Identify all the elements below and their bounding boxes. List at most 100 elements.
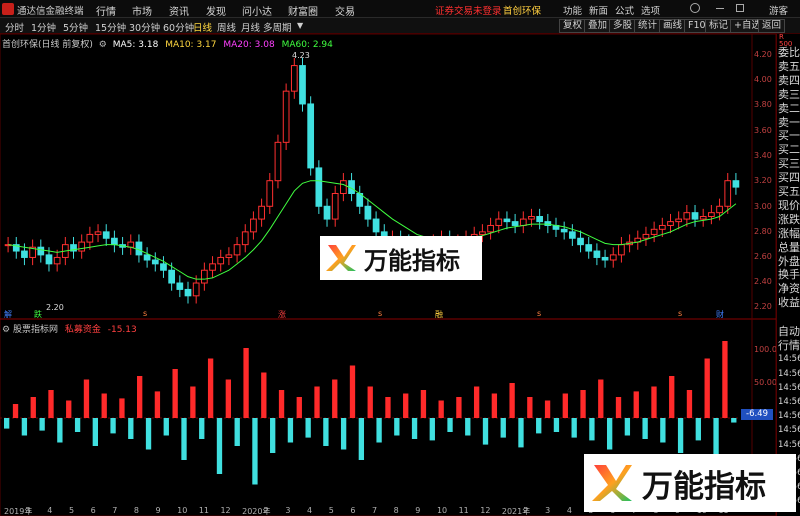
candle-body[interactable] <box>45 254 53 265</box>
indicator-bar <box>225 379 232 418</box>
indicator-bar <box>651 386 657 418</box>
candle-body[interactable] <box>315 167 323 207</box>
panel-field-label: 卖三 <box>778 87 800 101</box>
candle-body[interactable] <box>331 192 339 220</box>
candle-body[interactable] <box>37 246 45 256</box>
candle-body[interactable] <box>217 256 225 265</box>
event-marker-down[interactable]: 跌 <box>34 309 42 320</box>
candle-body[interactable] <box>78 241 86 252</box>
event-marker-s[interactable]: s <box>678 309 682 318</box>
date-tick: 12 <box>480 506 491 515</box>
indicator-bar <box>66 400 72 418</box>
candle-body[interactable] <box>708 212 715 218</box>
indicator-bar <box>438 400 444 418</box>
candle-body[interactable] <box>143 254 151 261</box>
candle-body[interactable] <box>479 231 486 235</box>
candle-body[interactable] <box>642 233 650 239</box>
event-marker-finance[interactable]: 财 <box>716 309 724 320</box>
watermark-logo-icon <box>326 245 356 271</box>
event-marker-margin[interactable]: 融 <box>435 309 443 320</box>
event-marker-up[interactable]: 涨 <box>278 309 286 320</box>
candle-body[interactable] <box>519 218 527 226</box>
candle-body[interactable] <box>241 231 249 246</box>
candle-body[interactable] <box>258 205 265 220</box>
sub-indicator-name[interactable]: 股票指标网 <box>13 325 58 335</box>
event-marker-s[interactable]: s <box>378 309 382 318</box>
candle-body[interactable] <box>716 205 723 214</box>
indicator-bar <box>74 418 81 432</box>
candle-body[interactable] <box>732 180 740 188</box>
indicator-bar <box>500 418 506 438</box>
candle-body[interactable] <box>364 205 372 220</box>
candle-body[interactable] <box>683 212 691 220</box>
candle-body[interactable] <box>658 224 666 230</box>
candle-body[interactable] <box>176 282 184 290</box>
candle-body[interactable] <box>266 180 274 207</box>
candle-body[interactable] <box>209 263 216 271</box>
candle-body[interactable] <box>151 259 159 265</box>
candle-body[interactable] <box>699 216 707 220</box>
candle-body[interactable] <box>323 205 331 220</box>
candle-body[interactable] <box>528 216 535 220</box>
indicator-bar <box>207 358 214 418</box>
panel-mode-label[interactable]: 行情 <box>778 339 800 352</box>
date-tick: 6 <box>350 506 356 515</box>
candle-body[interactable] <box>307 103 315 169</box>
candle-body[interactable] <box>290 65 298 92</box>
indicator-bar <box>615 397 622 418</box>
indicator-bar <box>509 383 515 418</box>
candle-body[interactable] <box>511 221 519 226</box>
candle-body[interactable] <box>111 237 118 246</box>
indicator-bar <box>101 393 107 418</box>
candle-body[interactable] <box>601 256 609 261</box>
candle-body[interactable] <box>250 218 257 233</box>
candle-body[interactable] <box>160 263 167 271</box>
candle-body[interactable] <box>609 254 617 261</box>
candle-body[interactable] <box>135 241 143 256</box>
watermark-corner-icon <box>592 465 632 501</box>
candle-body[interactable] <box>691 212 699 220</box>
candle-body[interactable] <box>536 216 544 223</box>
candle-body[interactable] <box>299 65 306 105</box>
candle-body[interactable] <box>233 244 241 256</box>
candle-body[interactable] <box>618 244 625 256</box>
sub-settings-icon[interactable]: ⚙ <box>2 325 10 335</box>
indicator-bar <box>367 386 373 418</box>
date-tick: 4 <box>566 506 572 515</box>
candle-body[interactable] <box>192 282 200 297</box>
candle-body[interactable] <box>102 231 110 239</box>
candle-body[interactable] <box>568 231 576 239</box>
candle-body[interactable] <box>225 254 233 258</box>
candle-body[interactable] <box>21 250 28 258</box>
candle-body[interactable] <box>495 218 503 226</box>
indicator-bar <box>287 418 294 443</box>
panel-mode-label[interactable]: 自动 <box>778 325 800 338</box>
candle-body[interactable] <box>487 224 494 233</box>
indicator-bar <box>83 379 90 418</box>
candle-body[interactable] <box>184 288 192 297</box>
candle-body[interactable] <box>86 233 94 243</box>
event-marker-unlock[interactable]: 解 <box>4 309 12 320</box>
indicator-bar <box>731 418 737 423</box>
candle-body[interactable] <box>724 180 732 207</box>
indicator-bar <box>145 418 152 450</box>
candle-body[interactable] <box>282 90 290 143</box>
event-marker-s[interactable]: s <box>143 309 147 318</box>
candle-body[interactable] <box>667 221 674 226</box>
candle-body[interactable] <box>503 218 511 223</box>
event-marker-s[interactable]: s <box>537 309 541 318</box>
candle-body[interactable] <box>560 228 568 233</box>
candle-body[interactable] <box>577 237 584 246</box>
candle-body[interactable] <box>650 228 658 235</box>
candle-body[interactable] <box>94 231 102 235</box>
candle-body[interactable] <box>675 218 683 223</box>
candle-body[interactable] <box>585 244 593 252</box>
candle-body[interactable] <box>53 256 61 265</box>
candle-body[interactable] <box>372 218 380 233</box>
candle-body[interactable] <box>168 269 176 284</box>
candle-body[interactable] <box>593 250 601 258</box>
date-tick: 2 <box>523 506 529 515</box>
candle-body[interactable] <box>200 269 208 284</box>
candle-body[interactable] <box>274 141 282 182</box>
candle-body[interactable] <box>340 180 347 194</box>
